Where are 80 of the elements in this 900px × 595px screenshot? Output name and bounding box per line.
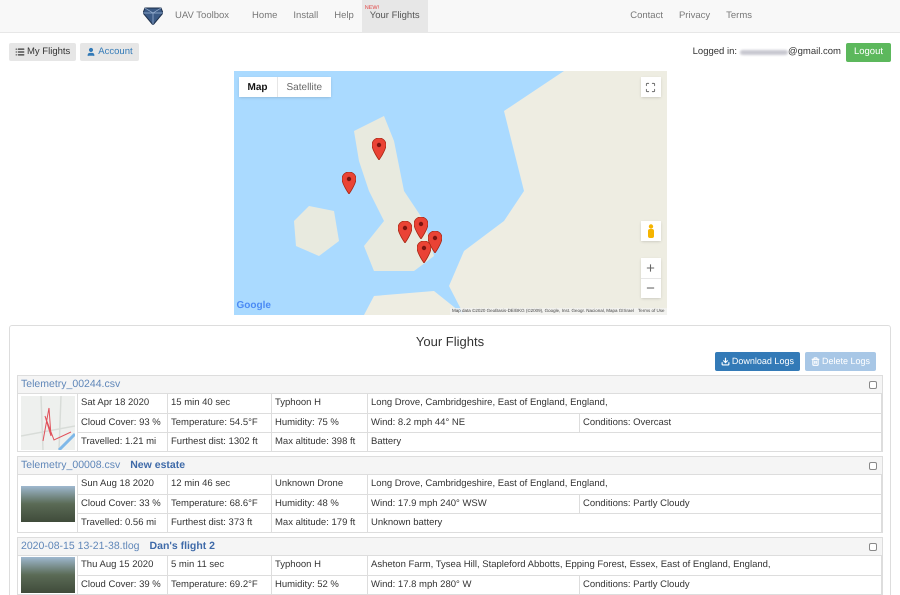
table-cell: Max altitude: 398 ft xyxy=(272,433,368,451)
list-icon xyxy=(15,47,25,57)
map-marker-icon[interactable] xyxy=(416,241,430,263)
table-cell: Unknown battery xyxy=(368,514,882,532)
table-cell: 15 min 40 sec xyxy=(168,394,272,413)
map-marker-icon[interactable] xyxy=(342,172,356,194)
table-cell: Sat Apr 18 2020 xyxy=(78,394,168,413)
table-cell: Conditions: Partly Cloudy xyxy=(580,576,882,594)
flight-file-link[interactable]: Telemetry_00008.csv xyxy=(21,458,120,474)
table-cell: Furthest dist: 1302 ft xyxy=(168,433,272,451)
flight-name-link[interactable]: New estate xyxy=(130,458,186,474)
nav-link[interactable]: Install xyxy=(285,0,326,32)
map-type-tab[interactable]: Satellite xyxy=(276,77,332,97)
nav-link[interactable]: Help xyxy=(326,0,362,32)
photo-placeholder[interactable] xyxy=(20,486,74,522)
nav-link[interactable]: Terms xyxy=(718,8,760,24)
table-cell: Conditions: Partly Cloudy xyxy=(580,495,882,513)
map-marker-icon[interactable] xyxy=(414,217,428,239)
table-cell: Typhoon H xyxy=(272,556,368,575)
account-button[interactable]: Account xyxy=(80,43,139,61)
user-icon xyxy=(86,47,96,57)
flight-name-link[interactable]: Dan's flight 2 xyxy=(150,538,216,554)
login-label: Logged in: xyxy=(692,44,737,59)
table-cell: Wind: 8.2 mph 44° NE xyxy=(368,414,580,432)
map-logo[interactable]: Google xyxy=(236,298,271,313)
photo-placeholder[interactable] xyxy=(20,557,74,593)
table-cell: 12 min 46 sec xyxy=(168,475,272,494)
map-marker-icon[interactable] xyxy=(428,231,442,253)
redacted-email-icon xyxy=(740,50,788,54)
table-cell: Conditions: Overcast xyxy=(580,414,882,432)
table-cell: Temperature: 54.5°F xyxy=(168,414,272,432)
table-cell: Typhoon H xyxy=(272,394,368,413)
table-cell: Cloud Cover: 33 % xyxy=(78,495,168,513)
table-cell: Unknown Drone xyxy=(272,475,368,494)
map-marker-icon[interactable] xyxy=(372,138,386,160)
table-cell: Temperature: 69.2°F xyxy=(168,576,272,594)
map-type-tab[interactable]: Map xyxy=(238,77,276,97)
table-cell: Travelled: 0.56 mi xyxy=(78,514,168,532)
nav-link[interactable]: Contact xyxy=(622,8,671,24)
flight-checkbox[interactable] xyxy=(869,380,877,388)
diamond-logo-icon[interactable] xyxy=(143,7,163,25)
nav-link[interactable]: Privacy xyxy=(670,8,718,24)
flight-track-thumbnail[interactable] xyxy=(20,396,74,450)
table-cell: Humidity: 48 % xyxy=(272,495,368,513)
my-flights-button[interactable]: My Flights xyxy=(9,43,76,61)
zoom-in-button[interactable]: + xyxy=(640,258,660,278)
flight-checkbox[interactable] xyxy=(869,462,877,470)
fullscreen-button[interactable] xyxy=(640,77,660,97)
table-cell: Long Drove, Cambridgeshire, East of England, England, xyxy=(368,394,882,413)
flight-checkbox[interactable] xyxy=(869,542,877,550)
table-cell: Cloud Cover: 93 % xyxy=(78,414,168,432)
download-logs-button[interactable]: Download Logs xyxy=(714,352,800,371)
table-cell: Furthest dist: 373 ft xyxy=(168,514,272,532)
table-cell: Asheton Farm, Tysea Hill, Stapleford Abbotts, Epping Forest, Essex, East of England, England, xyxy=(368,556,882,575)
panel-title: Your Flights xyxy=(414,334,486,350)
table-cell: Max altitude: 179 ft xyxy=(272,514,368,532)
brand-link[interactable]: UAV Toolbox xyxy=(175,8,230,24)
download-icon xyxy=(720,357,730,366)
table-cell: Wind: 17.9 mph 240° WSW xyxy=(368,495,580,513)
fullscreen-icon xyxy=(645,82,656,92)
table-cell: Wind: 17.8 mph 280° W xyxy=(368,576,580,594)
map-marker-icon[interactable] xyxy=(398,221,412,243)
table-cell: Temperature: 68.6°F xyxy=(168,495,272,513)
flight-file-link[interactable]: Telemetry_00244.csv xyxy=(21,376,120,392)
table-cell: Battery xyxy=(368,433,882,451)
table-cell: Cloud Cover: 39 % xyxy=(78,576,168,594)
email-text: @gmail.com xyxy=(788,44,841,59)
table-cell: 5 min 11 sec xyxy=(168,556,272,575)
table-cell: Long Drove, Cambridgeshire, East of England, England, xyxy=(368,475,882,494)
table-cell: Humidity: 52 % xyxy=(272,576,368,594)
logout-button[interactable]: Logout xyxy=(846,42,891,62)
nav-link[interactable]: Home xyxy=(244,0,286,32)
table-cell: Sun Aug 18 2020 xyxy=(78,475,168,494)
zoom-out-button[interactable]: − xyxy=(640,278,660,298)
person-icon xyxy=(646,224,654,238)
flight-file-link[interactable]: 2020-08-15 13-21-38.tlog xyxy=(21,538,140,554)
table-cell: Humidity: 75 % xyxy=(272,414,368,432)
table-cell: Thu Aug 15 2020 xyxy=(78,556,168,575)
table-cell: Travelled: 1.21 mi xyxy=(78,433,168,451)
trash-icon xyxy=(810,357,820,366)
